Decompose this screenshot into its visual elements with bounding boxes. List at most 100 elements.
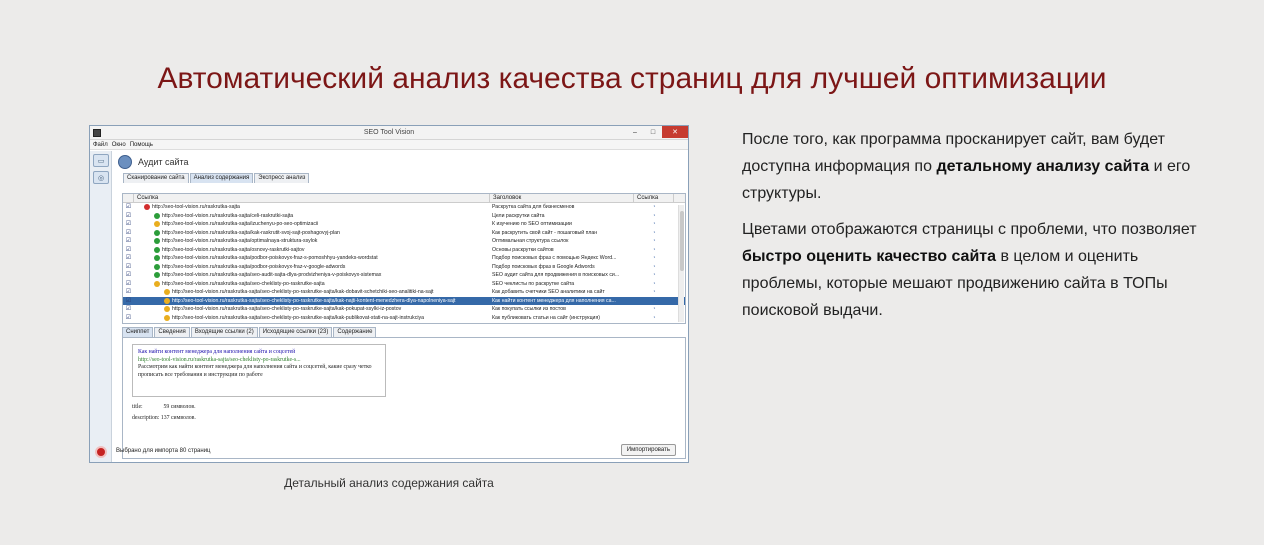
- row-checkbox[interactable]: ☑: [123, 203, 134, 212]
- maximize-icon[interactable]: □: [644, 126, 662, 138]
- minimize-icon[interactable]: –: [626, 126, 644, 138]
- table-row[interactable]: ☑ http://seo-tool-vision.ru/raskrutka-saj…: [123, 254, 685, 263]
- row-checkbox[interactable]: ☑: [123, 288, 134, 297]
- header-check: [123, 194, 134, 202]
- header-url[interactable]: Ссылка: [134, 194, 490, 202]
- table-row[interactable]: ☑ http://seo-tool-vision.ru/raskrutka-saj…: [123, 280, 685, 289]
- row-title: Раскрутка сайта для бизнесменов: [492, 204, 575, 210]
- status-ok-icon: [154, 212, 160, 219]
- open-link-icon[interactable]: ◔: [634, 305, 674, 314]
- open-link-icon[interactable]: ◔: [634, 314, 674, 323]
- p2-bold: быстро оценить качество сайта: [742, 248, 997, 265]
- open-link-icon[interactable]: ◔: [634, 254, 674, 263]
- tab-express[interactable]: Экспресс анализ: [254, 173, 310, 183]
- table-row[interactable]: ☑ http://seo-tool-vision.ru/raskrutka-saj…: [123, 296, 685, 306]
- open-link-icon[interactable]: ◔: [634, 203, 674, 212]
- open-link-icon[interactable]: ◔: [634, 288, 674, 297]
- table-row[interactable]: ☑ http://seo-tool-vision.ru/raskrutka-saj…: [123, 314, 685, 323]
- table-row[interactable]: ☑ http://seo-tool-vision.ru/raskrutka-saj…: [123, 305, 685, 314]
- row-checkbox[interactable]: ☑: [123, 212, 134, 221]
- menu-window[interactable]: Окно: [112, 142, 126, 148]
- serp-snippet: Как найти контент менеджера для наполнен…: [132, 344, 386, 397]
- table-row[interactable]: ☑ http://seo-tool-vision.ru/raskrutka-saj…: [123, 263, 685, 272]
- open-link-icon[interactable]: ◔: [634, 271, 674, 280]
- row-url: http://seo-tool-vision.ru/raskrutka-sajt…: [172, 289, 434, 295]
- row-title: Основы раскрутки сайтов: [492, 246, 554, 253]
- row-checkbox[interactable]: ☑: [123, 254, 134, 263]
- import-button[interactable]: Импортировать: [620, 444, 676, 456]
- row-url: http://seo-tool-vision.ru/raskrutka-sajt…: [172, 306, 402, 312]
- row-checkbox[interactable]: ☑: [123, 263, 134, 272]
- row-checkbox[interactable]: ☑: [123, 220, 134, 229]
- table-row[interactable]: ☑ http://seo-tool-vision.ru/raskrutka-saj…: [123, 237, 685, 246]
- open-link-icon[interactable]: ◔: [634, 246, 674, 255]
- row-url: http://seo-tool-vision.ru/raskrutka-sajt…: [162, 263, 346, 270]
- monitor-icon[interactable]: ▭: [93, 154, 109, 167]
- menu-help[interactable]: Помощь: [130, 142, 153, 148]
- table-row[interactable]: ☑ http://seo-tool-vision.ru/raskrutka-saj…: [123, 288, 685, 297]
- status-ok-icon: [154, 246, 160, 253]
- row-url: http://seo-tool-vision.ru/raskrutka-sajt…: [162, 229, 340, 236]
- tab-content[interactable]: Содержание: [333, 327, 377, 337]
- table-scrollbar[interactable]: [678, 205, 684, 322]
- open-link-icon[interactable]: ◔: [634, 297, 674, 306]
- row-checkbox[interactable]: ☑: [123, 305, 134, 314]
- globe-icon[interactable]: ◎: [93, 171, 109, 184]
- open-link-icon[interactable]: ◔: [634, 237, 674, 246]
- table-row[interactable]: ☑ http://seo-tool-vision.ru/raskrutka-saj…: [123, 271, 685, 280]
- row-checkbox[interactable]: ☑: [123, 297, 134, 306]
- tab-content-analysis[interactable]: Анализ содержания: [189, 173, 254, 183]
- row-url: http://seo-tool-vision.ru/raskrutka-sajt…: [162, 280, 325, 287]
- page-headline: Автоматический анализ качества страниц д…: [157, 62, 1107, 95]
- row-url: http://seo-tool-vision.ru/raskrutka-sajt…: [172, 297, 456, 304]
- tab-incoming-links[interactable]: Входящие ссылки (2): [190, 327, 258, 337]
- row-url: http://seo-tool-vision.ru/raskrutka-sajt…: [162, 246, 305, 253]
- open-link-icon[interactable]: ◔: [634, 220, 674, 229]
- table-header: Ссылка Заголовок Ссылка: [123, 194, 685, 203]
- status-ok-icon: [154, 255, 160, 262]
- status-bar: Выбрано для импорта 80 страниц Импортиро…: [116, 444, 680, 458]
- status-warn-icon: [154, 221, 160, 228]
- row-title: SEO аудит сайта для продвижения в поиско…: [492, 272, 620, 278]
- status-ok-icon: [154, 263, 160, 270]
- tab-scan[interactable]: Сканирование сайта: [123, 173, 189, 183]
- row-title: Цели раскрутки сайта: [492, 212, 545, 219]
- open-link-icon[interactable]: ◔: [634, 263, 674, 272]
- row-checkbox[interactable]: ☑: [123, 246, 134, 255]
- close-icon[interactable]: ✕: [662, 126, 688, 138]
- table-row[interactable]: ☑ http://seo-tool-vision.ru/raskrutka-saj…: [123, 229, 685, 238]
- row-url: http://seo-tool-vision.ru/raskrutka-sajt…: [152, 204, 240, 210]
- row-checkbox[interactable]: ☑: [123, 314, 134, 323]
- open-link-icon[interactable]: ◔: [634, 229, 674, 238]
- stop-icon[interactable]: [95, 446, 107, 458]
- row-checkbox[interactable]: ☑: [123, 271, 134, 280]
- detail-panel: Как найти контент менеджера для наполнен…: [122, 337, 686, 459]
- table-row[interactable]: ☑ http://seo-tool-vision.ru/raskrutka-saj…: [123, 220, 685, 229]
- row-checkbox[interactable]: ☑: [123, 280, 134, 289]
- main-panel: Аудит сайта Сканирование сайта Анализ со…: [114, 151, 686, 462]
- table-row[interactable]: ☑ http://seo-tool-vision.ru/raskrutka-saj…: [123, 246, 685, 255]
- open-link-icon[interactable]: ◔: [634, 212, 674, 221]
- row-title: Как раскрутить свой сайт - пошаговый пла…: [492, 229, 598, 236]
- meta-info: title: 59 символов. description: 137 сим…: [132, 402, 196, 424]
- row-title: Как найти контент менеджера для наполнен…: [492, 297, 616, 304]
- row-checkbox[interactable]: ☑: [123, 237, 134, 246]
- tab-snippet[interactable]: Сниппет: [122, 327, 154, 337]
- detail-tabs: Сниппет Сведения Входящие ссылки (2) Исх…: [122, 327, 377, 337]
- menu-file[interactable]: Файл: [93, 142, 108, 148]
- row-checkbox[interactable]: ☑: [123, 229, 134, 238]
- open-link-icon[interactable]: ◔: [634, 280, 674, 289]
- header-title[interactable]: Заголовок: [490, 194, 634, 202]
- paragraph-1: После того, как программа просканирует с…: [742, 126, 1212, 207]
- meta-desc-label: description:: [132, 415, 160, 421]
- window-title: SEO Tool Vision: [363, 129, 415, 136]
- audit-icon: [118, 155, 132, 169]
- header-link[interactable]: Ссылка: [634, 194, 674, 202]
- tab-outgoing-links[interactable]: Исходящие ссылки (23): [258, 327, 333, 337]
- table-row[interactable]: ☑ http://seo-tool-vision.ru/raskrutka-saj…: [123, 203, 685, 212]
- meta-desc-value: 137 символов.: [160, 415, 196, 421]
- tab-info[interactable]: Сведения: [154, 327, 190, 337]
- table-row[interactable]: ☑ http://seo-tool-vision.ru/raskrutka-saj…: [123, 212, 685, 221]
- status-warn-icon: [164, 297, 170, 304]
- table-rows: ☑ http://seo-tool-vision.ru/raskrutka-saj…: [123, 203, 685, 322]
